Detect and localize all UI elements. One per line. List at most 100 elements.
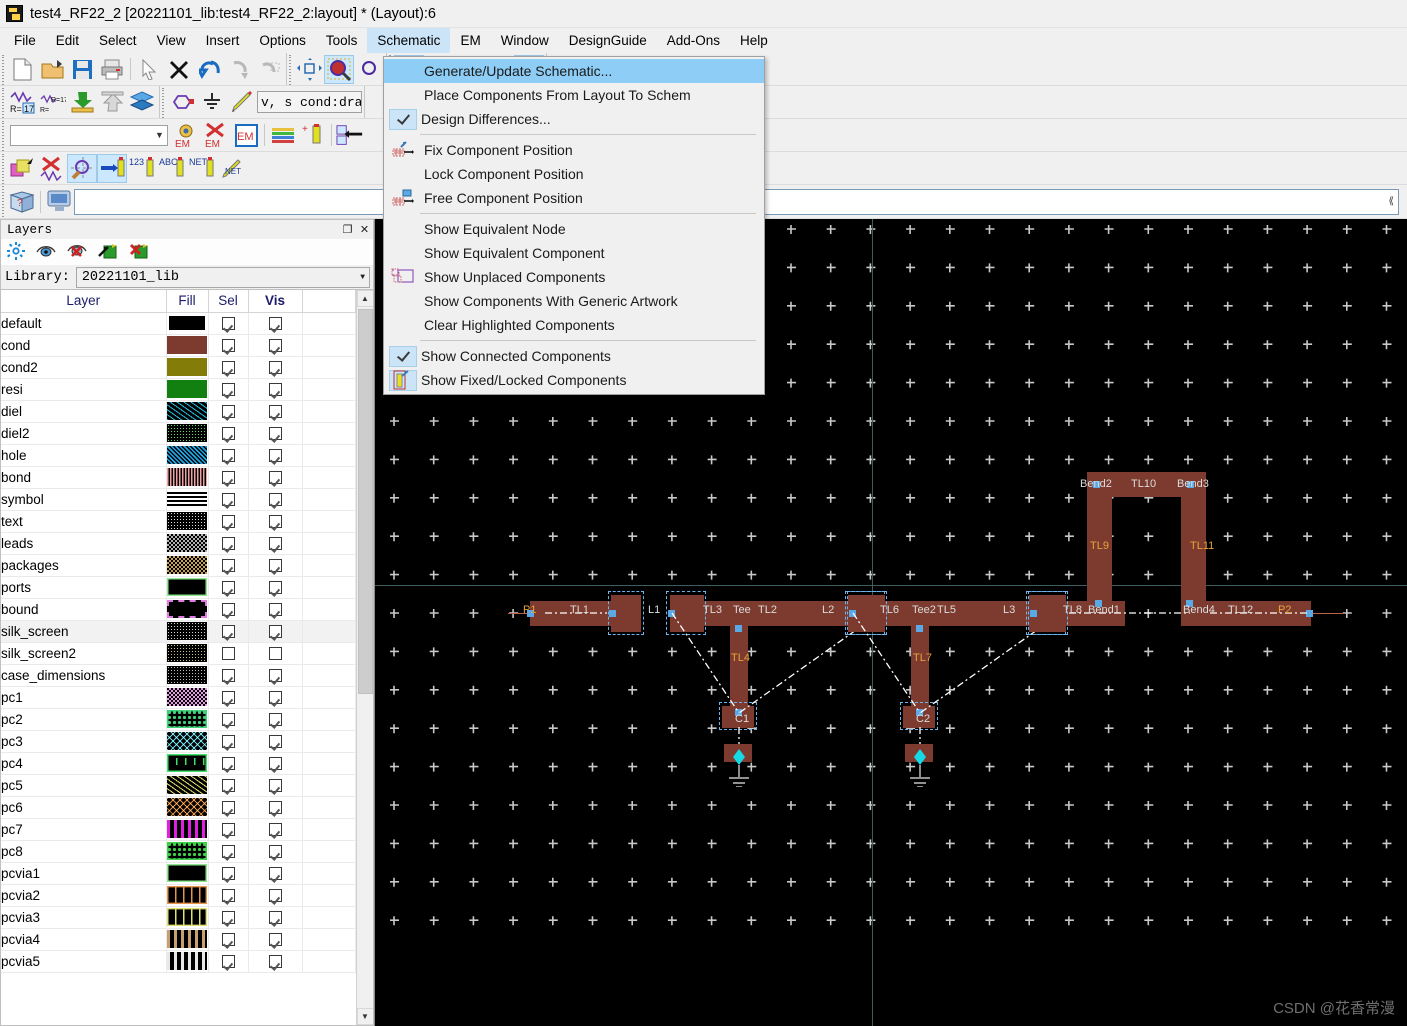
layer-fill-swatch[interactable] bbox=[166, 334, 209, 357]
checkbox[interactable] bbox=[221, 735, 235, 749]
layer-sel-checkbox[interactable] bbox=[208, 554, 249, 577]
menu-options[interactable]: Options bbox=[249, 28, 316, 53]
insert-ground-button[interactable] bbox=[197, 88, 227, 117]
checkbox[interactable] bbox=[221, 603, 235, 617]
layer-row[interactable]: pc1 bbox=[1, 686, 356, 709]
layer-vis-checkbox[interactable] bbox=[248, 950, 303, 973]
layer-row[interactable]: pcvia3 bbox=[1, 906, 356, 929]
checkbox[interactable] bbox=[221, 933, 235, 947]
layer-fill-swatch[interactable] bbox=[166, 642, 209, 665]
layer-fill-swatch[interactable] bbox=[166, 532, 209, 555]
checkbox[interactable] bbox=[221, 471, 235, 485]
layer-row[interactable]: bond bbox=[1, 466, 356, 489]
zoom-in-button[interactable] bbox=[354, 55, 384, 84]
show-all-layers-icon[interactable] bbox=[36, 243, 56, 262]
checkbox[interactable] bbox=[221, 339, 235, 353]
layer-column-layer[interactable]: Layer bbox=[1, 290, 167, 313]
layer-row[interactable]: cond2 bbox=[1, 356, 356, 379]
select-arrow-button[interactable] bbox=[134, 55, 164, 84]
layer-fill-swatch[interactable] bbox=[166, 708, 209, 731]
layer-vis-checkbox[interactable] bbox=[248, 444, 303, 467]
menu-help[interactable]: Help bbox=[730, 28, 778, 53]
menu-item-show-equivalent-component[interactable]: Show Equivalent Component bbox=[384, 241, 764, 265]
scrollbar-thumb[interactable] bbox=[357, 309, 373, 694]
checkbox[interactable] bbox=[268, 449, 282, 463]
undock-panel-button[interactable]: ❐ bbox=[339, 221, 356, 238]
layer-fill-swatch[interactable] bbox=[166, 378, 209, 401]
layer-vis-checkbox[interactable] bbox=[248, 818, 303, 841]
checkbox[interactable] bbox=[268, 625, 282, 639]
layer-column-fill[interactable]: Fill bbox=[166, 290, 209, 313]
layer-fill-swatch[interactable] bbox=[166, 730, 209, 753]
checkbox[interactable] bbox=[221, 317, 235, 331]
layer-vis-checkbox[interactable] bbox=[248, 378, 303, 401]
net-label-button[interactable]: NET bbox=[187, 154, 217, 183]
layer-vis-checkbox[interactable] bbox=[248, 774, 303, 797]
checkbox[interactable] bbox=[268, 383, 282, 397]
checkbox[interactable] bbox=[221, 405, 235, 419]
menu-item-show-components-with-generic-artwork[interactable]: Show Components With Generic Artwork bbox=[384, 289, 764, 313]
checkbox[interactable] bbox=[268, 801, 282, 815]
checkbox[interactable] bbox=[268, 427, 282, 441]
layer-row[interactable]: cond bbox=[1, 334, 356, 357]
checkbox[interactable] bbox=[268, 735, 282, 749]
layer-row[interactable]: pc6 bbox=[1, 796, 356, 819]
layer-fill-swatch[interactable] bbox=[166, 422, 209, 445]
menu-insert[interactable]: Insert bbox=[196, 28, 250, 53]
menu-select[interactable]: Select bbox=[89, 28, 147, 53]
layer-row[interactable]: pcvia4 bbox=[1, 928, 356, 951]
menu-edit[interactable]: Edit bbox=[46, 28, 89, 53]
layer-vis-checkbox[interactable] bbox=[248, 884, 303, 907]
schematic-dropdown-menu[interactable]: Generate/Update Schematic... Place Compon… bbox=[383, 56, 765, 395]
checkbox[interactable] bbox=[221, 669, 235, 683]
layer-sel-checkbox[interactable] bbox=[208, 532, 249, 555]
layer-sel-checkbox[interactable] bbox=[208, 752, 249, 775]
checkbox[interactable] bbox=[221, 713, 235, 727]
layer-row[interactable]: leads bbox=[1, 532, 356, 555]
layer-vis-checkbox[interactable] bbox=[248, 862, 303, 885]
checkbox[interactable] bbox=[268, 537, 282, 551]
checkbox[interactable] bbox=[268, 603, 282, 617]
layer-vis-checkbox[interactable] bbox=[248, 730, 303, 753]
checkbox[interactable] bbox=[221, 515, 235, 529]
resistance-small-button[interactable]: R= R=17 bbox=[37, 88, 67, 117]
scroll-down-button[interactable]: ▼ bbox=[356, 1008, 373, 1025]
layer-sel-checkbox[interactable] bbox=[208, 444, 249, 467]
delete-button[interactable] bbox=[164, 55, 194, 84]
resistance-17-button[interactable]: R= 17 bbox=[7, 88, 37, 117]
layer-sel-checkbox[interactable] bbox=[208, 774, 249, 797]
undo-arrange-button[interactable] bbox=[254, 55, 284, 84]
checkbox[interactable] bbox=[268, 647, 282, 661]
checkbox[interactable] bbox=[221, 911, 235, 925]
layer-row[interactable]: text bbox=[1, 510, 356, 533]
em-remove-button[interactable]: EM bbox=[201, 121, 231, 150]
checkbox[interactable] bbox=[221, 647, 235, 661]
select-all-layers-icon[interactable] bbox=[98, 242, 118, 263]
checkbox[interactable] bbox=[268, 889, 282, 903]
em-port-edit-button[interactable]: + bbox=[298, 121, 328, 150]
layer-vis-checkbox[interactable] bbox=[248, 466, 303, 489]
menu-add-ons[interactable]: Add-Ons bbox=[657, 28, 730, 53]
toolbar-grip[interactable] bbox=[0, 152, 7, 184]
layer-vis-checkbox[interactable] bbox=[248, 906, 303, 929]
layer-sel-checkbox[interactable] bbox=[208, 708, 249, 731]
checkbox[interactable] bbox=[268, 955, 282, 969]
menu-item-show-equivalent-node[interactable]: Show Equivalent Node bbox=[384, 217, 764, 241]
layer-vis-checkbox[interactable] bbox=[248, 576, 303, 599]
layer-row[interactable]: silk_screen bbox=[1, 620, 356, 643]
layer-fill-swatch[interactable] bbox=[166, 752, 209, 775]
layer-sel-checkbox[interactable] bbox=[208, 818, 249, 841]
layer-row[interactable]: pcvia1 bbox=[1, 862, 356, 885]
menu-tools[interactable]: Tools bbox=[316, 28, 368, 53]
checkbox[interactable] bbox=[268, 867, 282, 881]
checkbox[interactable] bbox=[268, 361, 282, 375]
hide-all-layers-icon[interactable] bbox=[67, 243, 87, 262]
layer-sel-checkbox[interactable] bbox=[208, 488, 249, 511]
menu-em[interactable]: EM bbox=[450, 28, 490, 53]
layer-vis-checkbox[interactable] bbox=[248, 422, 303, 445]
layer-column-sel[interactable]: Sel bbox=[208, 290, 249, 313]
layer-sel-checkbox[interactable] bbox=[208, 598, 249, 621]
layer-row[interactable]: case_dimensions bbox=[1, 664, 356, 687]
layer-row[interactable]: diel2 bbox=[1, 422, 356, 445]
layer-sel-checkbox[interactable] bbox=[208, 400, 249, 423]
